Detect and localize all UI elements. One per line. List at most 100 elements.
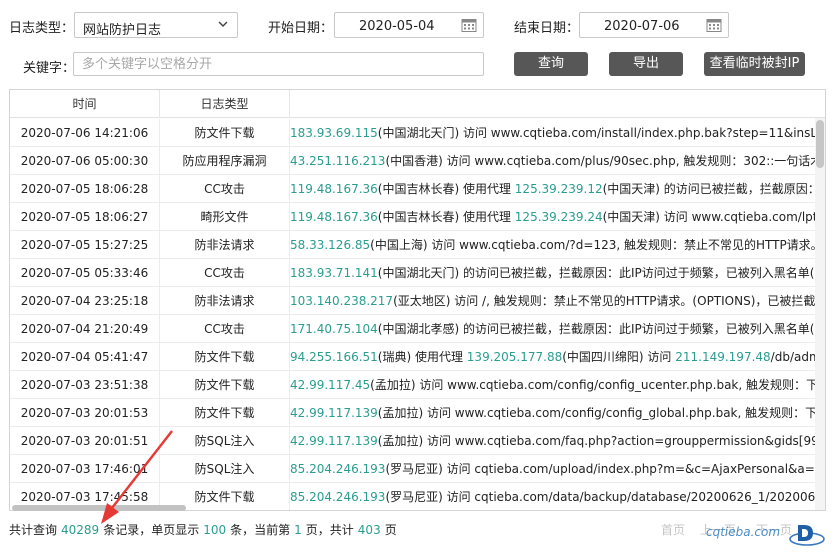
log-type-value: 网站防护日志: [83, 23, 162, 38]
log-table: 时间 日志类型 2020-07-06 14:21:06 防文件下载 183.93.6…: [9, 89, 826, 511]
cell-log-type: 防非法请求: [160, 231, 290, 259]
detail-text: (罗马尼亚) 访问 cqtieba.com/data/backup/databa…: [385, 490, 818, 504]
start-date-field[interactable]: 2020-05-04: [334, 12, 484, 38]
detail-text: /db/admin_y: [770, 350, 818, 364]
ip-address: 94.255.166.51: [290, 350, 378, 364]
cell-detail: 85.204.246.193(罗马尼亚) 访问 cqtieba.com/uplo…: [290, 455, 818, 483]
table-row[interactable]: 2020-07-03 20:01:51 防SQL注入 42.99.117.139(孟…: [10, 427, 818, 455]
ip-address: 211.149.197.48: [675, 350, 771, 364]
detail-text: (亚太地区) 访问 /, 触发规则：禁止不常见的HTTP请求。(OPTIONS)…: [393, 294, 818, 308]
ip-address: 42.99.117.45: [290, 378, 371, 392]
detail-text: (中国天津) 访问 www.cqtieba.com/lpt2.d: [602, 210, 818, 224]
cell-log-type: 防应用程序漏洞: [160, 147, 290, 175]
chevron-down-icon: [218, 21, 228, 28]
cell-detail: 85.204.246.193(罗马尼亚) 访问 cqtieba.com/data…: [290, 483, 818, 510]
total-pages: 403: [357, 523, 381, 537]
cell-time: 2020-07-04 05:41:47: [10, 343, 160, 371]
cell-detail: 183.93.71.141(中国湖北天门) 的访问已被拦截，拦截原因：此IP访问…: [290, 259, 818, 287]
footer-mid3: 页，共计: [305, 523, 354, 537]
cell-detail: 43.251.116.213(中国香港) 访问 www.cqtieba.com/…: [290, 147, 818, 175]
table-row[interactable]: 2020-07-04 21:20:49 CC攻击 171.40.75.104(中国湖…: [10, 315, 818, 343]
view-banned-ip-button[interactable]: 查看临时被封IP: [704, 52, 805, 76]
watermark-logo-icon: [789, 525, 825, 546]
detail-text: (罗马尼亚) 访问 cqtieba.com/upload/index.php?m…: [385, 462, 818, 476]
table-row[interactable]: 2020-07-05 05:33:46 CC攻击 183.93.71.141(中国湖…: [10, 259, 818, 287]
ip-address: 125.39.239.12: [514, 182, 603, 196]
detail-text: (瑞典) 使用代理: [377, 350, 467, 364]
detail-text: (孟加拉) 访问 www.cqtieba.com/faq.php?action=…: [377, 434, 818, 448]
cell-time: 2020-07-05 15:27:25: [10, 231, 160, 259]
table-row[interactable]: 2020-07-03 20:01:53 防文件下载 42.99.117.139(孟加…: [10, 399, 818, 427]
cell-time: 2020-07-06 05:00:30: [10, 147, 160, 175]
per-page-count: 100: [203, 523, 227, 537]
detail-text: (孟加拉) 访问 www.cqtieba.com/config/config_u…: [370, 378, 818, 392]
cell-log-type: 防文件下载: [160, 371, 290, 399]
ip-address: 119.48.167.36: [290, 210, 378, 224]
cell-log-type: 畸形文件: [160, 203, 290, 231]
cell-detail: 119.48.167.36(中国吉林长春) 使用代理 125.39.239.12…: [290, 175, 818, 203]
ip-address: 183.93.69.115: [290, 126, 378, 140]
detail-text: (中国湖北孝感) 的访问已被拦截，拦截原因：此IP访问过于频繁，已被列入黑名单(…: [377, 322, 818, 336]
footer-mid2: 条，当前第: [230, 523, 291, 537]
detail-text: (中国四川绵阳) 访问: [562, 350, 676, 364]
table-header: 时间 日志类型: [10, 90, 825, 118]
cell-log-type: CC攻击: [160, 175, 290, 203]
table-row[interactable]: 2020-07-03 23:51:38 防文件下载 42.99.117.45(孟加拉…: [10, 371, 818, 399]
current-page: 1: [294, 523, 302, 537]
table-row[interactable]: 2020-07-05 15:27:25 防非法请求 58.33.126.85(中国上…: [10, 231, 818, 259]
cell-detail: 119.48.167.36(中国吉林长春) 使用代理 125.39.239.24…: [290, 203, 818, 231]
detail-text: (中国湖北天门) 访问 www.cqtieba.com/install/inde…: [377, 126, 818, 140]
log-type-label: 日志类型：: [9, 21, 75, 36]
table-body: 2020-07-06 14:21:06 防文件下载 183.93.69.115(中国…: [10, 119, 818, 510]
detail-text: (孟加拉) 访问 www.cqtieba.com/config/config_g…: [377, 406, 818, 420]
table-row[interactable]: 2020-07-04 05:41:47 防文件下载 94.255.166.51(瑞典…: [10, 343, 818, 371]
cell-time: 2020-07-06 14:21:06: [10, 119, 160, 147]
calendar-icon[interactable]: [461, 17, 477, 33]
cell-log-type: 防文件下载: [160, 399, 290, 427]
vertical-scroll-thumb[interactable]: [816, 120, 824, 168]
cell-log-type: 防SQL注入: [160, 455, 290, 483]
ip-address: 103.140.238.217: [290, 294, 394, 308]
horizontal-scroll-thumb[interactable]: [12, 505, 186, 511]
detail-text: (中国香港) 访问 www.cqtieba.com/plus/90sec.php…: [385, 154, 818, 168]
ip-address: 119.48.167.36: [290, 182, 378, 196]
export-button[interactable]: 导出: [609, 52, 683, 76]
ip-address: 139.205.177.88: [466, 350, 563, 364]
header-time[interactable]: 时间: [10, 90, 160, 118]
end-date-value: 2020-07-06: [604, 19, 680, 34]
cell-detail: 183.93.69.115(中国湖北天门) 访问 www.cqtieba.com…: [290, 119, 818, 147]
vertical-scrollbar[interactable]: [815, 118, 825, 510]
ip-address: 42.99.117.139: [290, 406, 378, 420]
ip-address: 58.33.126.85: [290, 238, 371, 252]
detail-text: (中国上海) 访问 www.cqtieba.com/?d=123, 触发规则：禁…: [370, 238, 818, 252]
footer-mid1: 条记录，单页显示: [103, 523, 200, 537]
table-row[interactable]: 2020-07-06 14:21:06 防文件下载 183.93.69.115(中国…: [10, 119, 818, 147]
query-button[interactable]: 查询: [514, 52, 588, 76]
footer-suffix: 页: [384, 523, 397, 537]
cell-time: 2020-07-04 23:25:18: [10, 287, 160, 315]
cell-log-type: CC攻击: [160, 315, 290, 343]
ip-address: 183.93.71.141: [290, 266, 378, 280]
log-type-select[interactable]: 网站防护日志: [74, 12, 238, 38]
cell-detail: 58.33.126.85(中国上海) 访问 www.cqtieba.com/?d…: [290, 231, 818, 259]
ip-address: 85.204.246.193: [290, 462, 386, 476]
start-date-label: 开始日期：: [268, 21, 334, 36]
end-date-field[interactable]: 2020-07-06: [579, 12, 729, 38]
calendar-icon[interactable]: [706, 17, 722, 33]
cell-time: 2020-07-05 18:06:28: [10, 175, 160, 203]
first-page-link[interactable]: 首页: [661, 521, 685, 538]
watermark-text: cqtieba.com: [706, 525, 781, 539]
table-row[interactable]: 2020-07-03 17:46:01 防SQL注入 85.204.246.193(…: [10, 455, 818, 483]
table-row[interactable]: 2020-07-05 18:06:28 CC攻击 119.48.167.36(中国吉…: [10, 175, 818, 203]
table-row[interactable]: 2020-07-04 23:25:18 防非法请求 103.140.238.217(…: [10, 287, 818, 315]
header-log-type[interactable]: 日志类型: [160, 90, 290, 118]
cell-log-type: CC攻击: [160, 259, 290, 287]
cell-time: 2020-07-03 23:51:38: [10, 371, 160, 399]
table-row[interactable]: 2020-07-05 18:06:27 畸形文件 119.48.167.36(中国吉…: [10, 203, 818, 231]
total-records: 40289: [61, 523, 100, 537]
keyword-input[interactable]: [73, 52, 484, 76]
detail-text: (中国吉林长春) 使用代理: [377, 210, 515, 224]
start-date-value: 2020-05-04: [359, 19, 435, 34]
ip-address: 43.251.116.213: [290, 154, 386, 168]
table-row[interactable]: 2020-07-06 05:00:30 防应用程序漏洞 43.251.116.213…: [10, 147, 818, 175]
